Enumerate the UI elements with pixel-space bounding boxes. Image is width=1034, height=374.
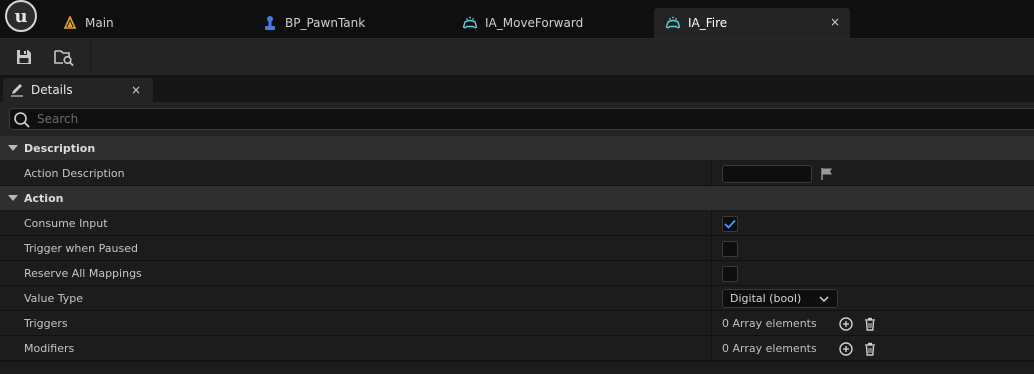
details-panel-header: Details × — [0, 75, 1034, 102]
unreal-logo-icon[interactable]: u — [5, 0, 37, 32]
modifiers-array-count: 0 Array elements — [722, 342, 817, 355]
column-splitter[interactable] — [711, 311, 712, 336]
tab-main-label: Main — [85, 16, 114, 30]
add-element-icon[interactable] — [838, 341, 854, 357]
column-splitter[interactable] — [711, 336, 712, 361]
property-name: Consume Input — [24, 217, 108, 230]
property-name: Triggers — [24, 317, 68, 330]
column-splitter[interactable] — [711, 261, 712, 286]
tab-main[interactable]: Main — [62, 8, 247, 38]
tab-ia-moveforward[interactable]: IA_MoveForward — [462, 8, 647, 38]
property-row-consume-input: Consume Input — [0, 211, 1034, 236]
trigger-when-paused-checkbox[interactable] — [722, 240, 738, 257]
property-name: Action Description — [24, 167, 125, 180]
category-label: Action — [24, 191, 64, 205]
panel-footer — [0, 362, 1034, 374]
level-icon — [62, 15, 78, 31]
pawn-icon — [262, 15, 278, 31]
tab-ia-fire[interactable]: IA_Fire × — [654, 8, 850, 38]
property-row-modifiers: Modifiers 0 Array elements — [0, 336, 1034, 361]
browse-asset-button[interactable] — [54, 47, 74, 67]
property-name: Trigger when Paused — [24, 242, 138, 255]
tab-ia-fire-label: IA_Fire — [688, 16, 728, 30]
column-splitter[interactable] — [711, 161, 712, 186]
details-property-grid: Description Action Description Action Co… — [0, 136, 1034, 361]
tab-bp-pawntank[interactable]: BP_PawnTank — [262, 8, 452, 38]
collapse-arrow-icon[interactable] — [8, 195, 18, 201]
editor-tab-bar: u Main BP_PawnTank IA_MoveForward IA_Fir… — [0, 0, 1034, 38]
search-input[interactable]: Search — [9, 108, 1034, 130]
tab-details[interactable]: Details × — [3, 78, 153, 102]
column-splitter[interactable] — [711, 211, 712, 236]
property-name: Value Type — [24, 292, 83, 305]
property-row-action-description: Action Description — [0, 161, 1034, 186]
asset-toolbar — [0, 38, 1034, 76]
save-button[interactable] — [14, 47, 34, 67]
add-element-icon[interactable] — [838, 316, 854, 332]
consume-input-checkbox[interactable] — [722, 215, 738, 232]
property-name: Reserve All Mappings — [24, 267, 142, 280]
property-row-value-type: Value Type Digital (bool) — [0, 286, 1034, 311]
details-title: Details — [31, 83, 73, 97]
clear-array-icon[interactable] — [862, 341, 878, 357]
category-action[interactable]: Action — [0, 186, 1034, 211]
column-splitter[interactable] — [711, 286, 712, 311]
property-row-trigger-when-paused: Trigger when Paused — [0, 236, 1034, 261]
input-action-icon — [462, 15, 478, 31]
collapse-arrow-icon[interactable] — [8, 145, 18, 151]
browse-asset-icon — [54, 50, 74, 66]
tab-ia-moveforward-label: IA_MoveForward — [485, 16, 584, 30]
toolbar-separator — [90, 39, 91, 76]
value-type-dropdown[interactable]: Digital (bool) — [722, 289, 838, 308]
localization-flag-icon[interactable] — [820, 167, 834, 181]
property-name: Modifiers — [24, 342, 75, 355]
action-description-field[interactable] — [722, 164, 812, 183]
search-bar: Search — [0, 102, 1034, 136]
close-panel-icon[interactable]: × — [131, 83, 141, 97]
chevron-down-icon — [819, 295, 829, 302]
category-label: Description — [24, 141, 96, 155]
clear-array-icon[interactable] — [862, 316, 878, 332]
search-placeholder: Search — [37, 112, 79, 126]
column-splitter[interactable] — [711, 236, 712, 261]
input-action-icon — [665, 15, 681, 31]
checkmark-icon — [724, 219, 736, 229]
property-row-reserve-all-mappings: Reserve All Mappings — [0, 261, 1034, 286]
close-tab-icon[interactable]: × — [830, 15, 840, 29]
search-icon — [13, 111, 31, 132]
pencil-icon — [9, 83, 25, 97]
triggers-array-count: 0 Array elements — [722, 317, 817, 330]
property-row-triggers: Triggers 0 Array elements — [0, 311, 1034, 336]
tab-bp-pawntank-label: BP_PawnTank — [285, 16, 366, 30]
category-description[interactable]: Description — [0, 136, 1034, 161]
value-type-selected: Digital (bool) — [730, 292, 802, 305]
save-icon — [17, 50, 31, 64]
reserve-all-mappings-checkbox[interactable] — [722, 265, 738, 282]
